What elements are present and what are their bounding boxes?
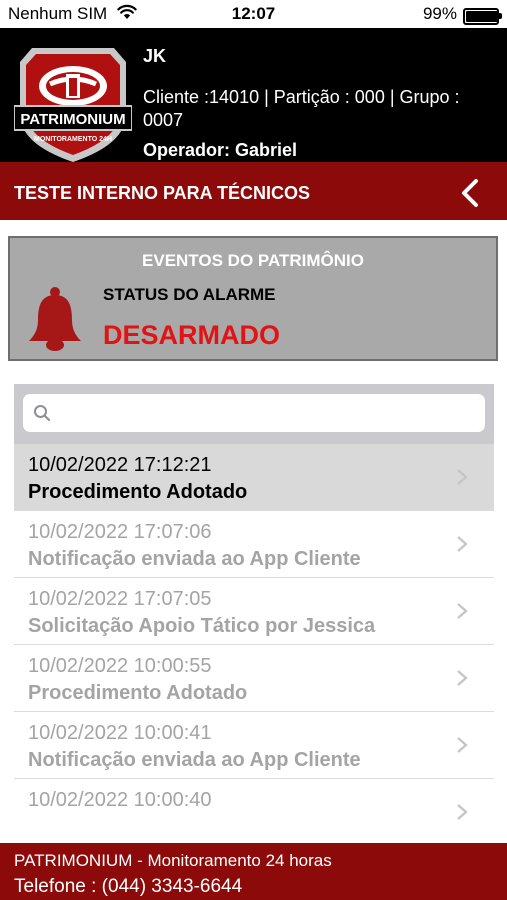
event-row[interactable]: 10/02/2022 17:07:06 Notificação enviada … xyxy=(14,511,494,578)
events-title: EVENTOS DO PATRIMÔNIO xyxy=(142,251,364,270)
search-input[interactable] xyxy=(23,394,485,432)
chevron-right-icon xyxy=(457,804,468,820)
battery-icon xyxy=(463,8,502,25)
title-bar: TESTE INTERNO PARA TÉCNICOS xyxy=(0,162,507,220)
logo-subtext: MONITORAMENTO 24H xyxy=(34,136,112,143)
chevron-right-icon xyxy=(457,737,468,753)
client-info: Cliente :14010 | Partição : 000 | Grupo … xyxy=(143,87,460,130)
event-date: 10/02/2022 17:07:06 xyxy=(28,521,212,543)
company-footer: PATRIMONIUM - Monitoramento 24 horas Tel… xyxy=(0,843,507,900)
chevron-right-icon xyxy=(457,469,468,485)
battery-percentage: 99% xyxy=(422,4,457,23)
operator-label: Operador: Gabriel xyxy=(143,140,298,160)
event-description: Solicitação Apoio Tático por Jessica xyxy=(28,615,376,637)
event-description: Procedimento Adotado xyxy=(28,682,248,704)
chevron-right-icon xyxy=(457,603,468,619)
client-header: PATRIMONIUM MONITORAMENTO 24H JK Cliente… xyxy=(0,28,507,162)
page-title: TESTE INTERNO PARA TÉCNICOS xyxy=(14,183,311,203)
alarm-status-label: STATUS DO ALARME xyxy=(103,285,276,304)
back-chevron-icon[interactable] xyxy=(457,178,483,208)
search-icon xyxy=(34,405,50,421)
event-description: Notificação enviada ao App Cliente xyxy=(28,548,361,570)
company-phone: Telefone : (044) 3343-6644 xyxy=(14,876,243,897)
event-row[interactable]: 10/02/2022 17:07:05 Solicitação Apoio Tá… xyxy=(14,578,494,645)
chevron-right-icon xyxy=(457,536,468,552)
event-date: 10/02/2022 10:00:41 xyxy=(28,722,212,744)
event-row[interactable]: 10/02/2022 10:00:41 Notificação enviada … xyxy=(14,712,494,779)
event-description: Procedimento Adotado xyxy=(28,481,248,503)
event-date: 10/02/2022 17:12:21 xyxy=(28,454,212,476)
chevron-right-icon xyxy=(457,670,468,686)
company-tagline: PATRIMONIUM - Monitoramento 24 horas xyxy=(14,851,332,870)
event-date: 10/02/2022 17:07:05 xyxy=(28,588,212,610)
event-date: 10/02/2022 10:00:40 xyxy=(28,789,212,811)
alarm-status-panel: EVENTOS DO PATRIMÔNIO STATUS DO ALARME D… xyxy=(8,236,498,361)
patrimonium-logo: PATRIMONIUM MONITORAMENTO 24H xyxy=(14,48,132,162)
status-bar: Nenhum SIM 12:07 99% xyxy=(0,0,507,28)
logo-text: PATRIMONIUM xyxy=(20,111,125,128)
alarm-status-value: DESARMADO xyxy=(103,320,281,350)
search-bar xyxy=(14,384,494,444)
client-name: JK xyxy=(143,46,167,66)
event-description: Notificação enviada ao App Cliente xyxy=(28,749,361,771)
event-row[interactable]: 10/02/2022 10:00:55 Procedimento Adotado xyxy=(14,645,494,712)
event-row[interactable]: 10/02/2022 17:12:21 Procedimento Adotado xyxy=(14,444,494,511)
event-row[interactable]: 10/02/2022 10:00:40 xyxy=(14,779,494,821)
event-date: 10/02/2022 10:00:55 xyxy=(28,655,212,677)
bell-icon xyxy=(29,287,81,351)
event-list[interactable]: 10/02/2022 17:12:21 Procedimento Adotado… xyxy=(14,444,494,821)
